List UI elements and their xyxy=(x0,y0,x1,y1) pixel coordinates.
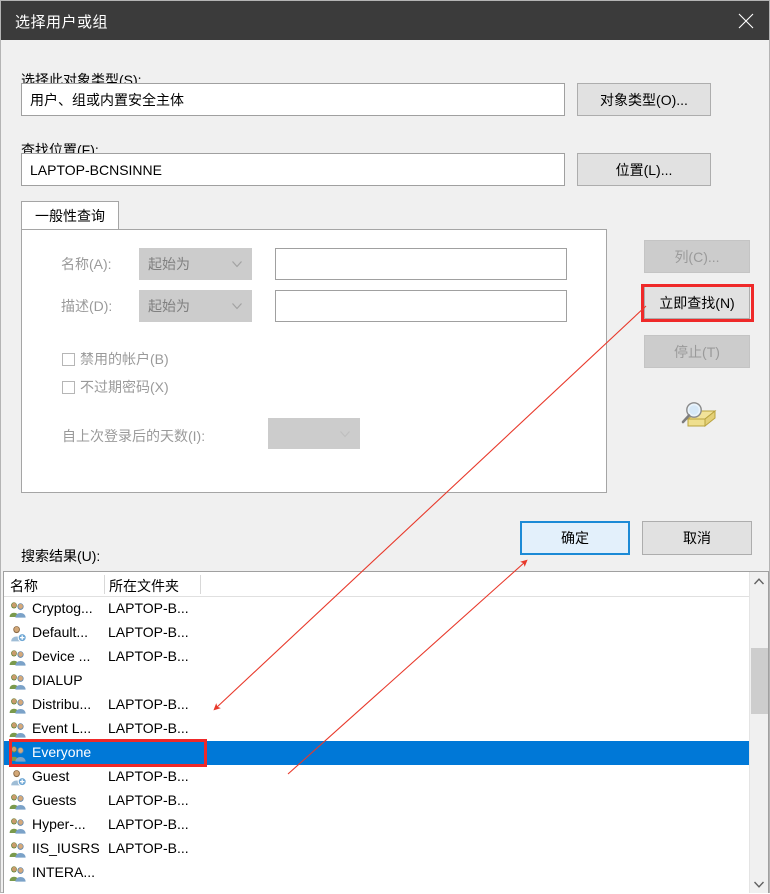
list-item-folder: LAPTOP-B... xyxy=(108,600,189,616)
search-results-label: 搜索结果(U): xyxy=(21,548,101,564)
list-item-name: Cryptog... xyxy=(32,600,93,616)
magnifier-folder-glyph xyxy=(681,402,717,428)
chevron-down-icon xyxy=(232,303,242,310)
column-divider[interactable] xyxy=(200,575,201,594)
chevron-down-icon xyxy=(232,261,242,268)
group-icon xyxy=(9,601,27,618)
user-icon xyxy=(9,769,27,787)
chevron-down-glyph xyxy=(754,881,764,888)
search-results-list[interactable]: 名称 所在文件夹 Cryptog... LAPTOP-B... Default...… xyxy=(3,571,769,893)
description-condition-value: 起始为 xyxy=(148,298,190,314)
list-item-selected[interactable]: Everyone xyxy=(4,741,750,765)
list-item-folder: LAPTOP-B... xyxy=(108,720,189,736)
list-item-name: DIALUP xyxy=(32,672,83,688)
group-icon xyxy=(9,649,27,666)
title-bar: 选择用户或组 xyxy=(1,1,769,40)
list-item-name: Guests xyxy=(32,792,77,808)
no-expire-password-checkbox[interactable] xyxy=(62,381,75,394)
chevron-up-icon[interactable] xyxy=(750,572,768,590)
list-item[interactable]: Cryptog... LAPTOP-B... xyxy=(4,597,750,621)
location-input[interactable]: LAPTOP-BCNSINNE xyxy=(21,153,565,186)
list-item[interactable]: Guests LAPTOP-B... xyxy=(4,789,750,813)
name-condition-select[interactable]: 起始为 xyxy=(139,248,252,280)
list-item[interactable]: Default... LAPTOP-B... xyxy=(4,621,750,645)
magnifier-folder-icon xyxy=(678,399,718,435)
list-rows: Cryptog... LAPTOP-B... Default... LAPTOP-B.… xyxy=(4,597,750,885)
list-item[interactable]: Device ... LAPTOP-B... xyxy=(4,645,750,669)
column-header-folder[interactable]: 所在文件夹 xyxy=(109,576,179,596)
list-item-name: Default... xyxy=(32,624,89,640)
group-icon xyxy=(9,817,27,834)
group-icon xyxy=(9,841,27,858)
close-glyph xyxy=(738,13,754,29)
disabled-accounts-checkbox[interactable] xyxy=(62,353,75,366)
locations-button[interactable]: 位置(L)... xyxy=(577,153,711,186)
column-divider[interactable] xyxy=(104,575,105,594)
general-query-panel: 名称(A): 起始为 描述(D): 起始为 禁用的帐户(B) 不过期密码(X) … xyxy=(21,229,607,493)
chevron-down-icon[interactable] xyxy=(750,875,768,893)
stop-button[interactable]: 停止(T) xyxy=(644,335,750,368)
list-item[interactable]: Hyper-... LAPTOP-B... xyxy=(4,813,750,837)
chevron-up-glyph xyxy=(754,577,764,584)
description-condition-select[interactable]: 起始为 xyxy=(139,290,252,322)
group-icon xyxy=(9,673,27,690)
group-icon xyxy=(9,721,27,738)
list-item-folder: LAPTOP-B... xyxy=(108,768,189,784)
list-item-name: Device ... xyxy=(32,648,91,664)
object-type-input[interactable]: 用户、组或内置安全主体 xyxy=(21,83,565,116)
name-label: 名称(A): xyxy=(61,256,112,272)
select-users-or-groups-dialog: 选择用户或组 选择此对象类型(S): 用户、组或内置安全主体 对象类型(O)..… xyxy=(0,0,770,893)
list-column-headers: 名称 所在文件夹 xyxy=(4,572,768,597)
days-since-logon-select[interactable] xyxy=(268,418,360,449)
scrollbar-thumb[interactable] xyxy=(751,648,768,714)
close-icon[interactable] xyxy=(723,1,769,40)
list-item[interactable]: Guest LAPTOP-B... xyxy=(4,765,750,789)
list-item[interactable]: INTERA... xyxy=(4,861,750,885)
list-item-name: Distribu... xyxy=(32,696,92,712)
list-item-folder: LAPTOP-B... xyxy=(108,624,189,640)
columns-button[interactable]: 列(C)... xyxy=(644,240,750,273)
days-since-logon-label: 自上次登录后的天数(I): xyxy=(62,428,206,444)
list-item-folder: LAPTOP-B... xyxy=(108,792,189,808)
list-item-name: IIS_IUSRS xyxy=(32,840,100,856)
user-icon xyxy=(9,625,27,643)
group-icon xyxy=(9,865,27,882)
description-value-input[interactable] xyxy=(275,290,567,322)
group-icon xyxy=(9,697,27,714)
window-title: 选择用户或组 xyxy=(15,14,109,31)
group-icon xyxy=(9,745,27,762)
no-expire-password-label: 不过期密码(X) xyxy=(80,379,169,395)
column-header-name[interactable]: 名称 xyxy=(10,576,38,596)
name-condition-value: 起始为 xyxy=(148,256,190,272)
list-item-name: Everyone xyxy=(32,744,92,760)
vertical-scrollbar[interactable] xyxy=(749,572,768,893)
list-item-name: Guest xyxy=(32,768,70,784)
ok-button[interactable]: 确定 xyxy=(520,521,630,555)
list-item[interactable]: Event L... LAPTOP-B... xyxy=(4,717,750,741)
list-item-folder: LAPTOP-B... xyxy=(108,816,189,832)
list-item-folder: LAPTOP-B... xyxy=(108,648,189,664)
name-value-input[interactable] xyxy=(275,248,567,280)
find-now-button[interactable]: 立即查找(N) xyxy=(644,286,750,319)
list-item[interactable]: IIS_IUSRS LAPTOP-B... xyxy=(4,837,750,861)
cancel-button[interactable]: 取消 xyxy=(642,521,752,555)
list-item[interactable]: Distribu... LAPTOP-B... xyxy=(4,693,750,717)
list-item[interactable]: DIALUP xyxy=(4,669,750,693)
tab-strip: 一般性查询 xyxy=(21,201,607,230)
description-label: 描述(D): xyxy=(61,298,113,314)
chevron-down-icon xyxy=(340,430,350,437)
group-icon xyxy=(9,793,27,810)
list-item-name: Hyper-... xyxy=(32,816,86,832)
disabled-accounts-label: 禁用的帐户(B) xyxy=(80,351,169,367)
list-item-name: Event L... xyxy=(32,720,92,736)
tab-general-query[interactable]: 一般性查询 xyxy=(21,201,119,230)
list-item-folder: LAPTOP-B... xyxy=(108,840,189,856)
list-item-name: INTERA... xyxy=(32,864,96,880)
object-types-button[interactable]: 对象类型(O)... xyxy=(577,83,711,116)
list-item-folder: LAPTOP-B... xyxy=(108,696,189,712)
